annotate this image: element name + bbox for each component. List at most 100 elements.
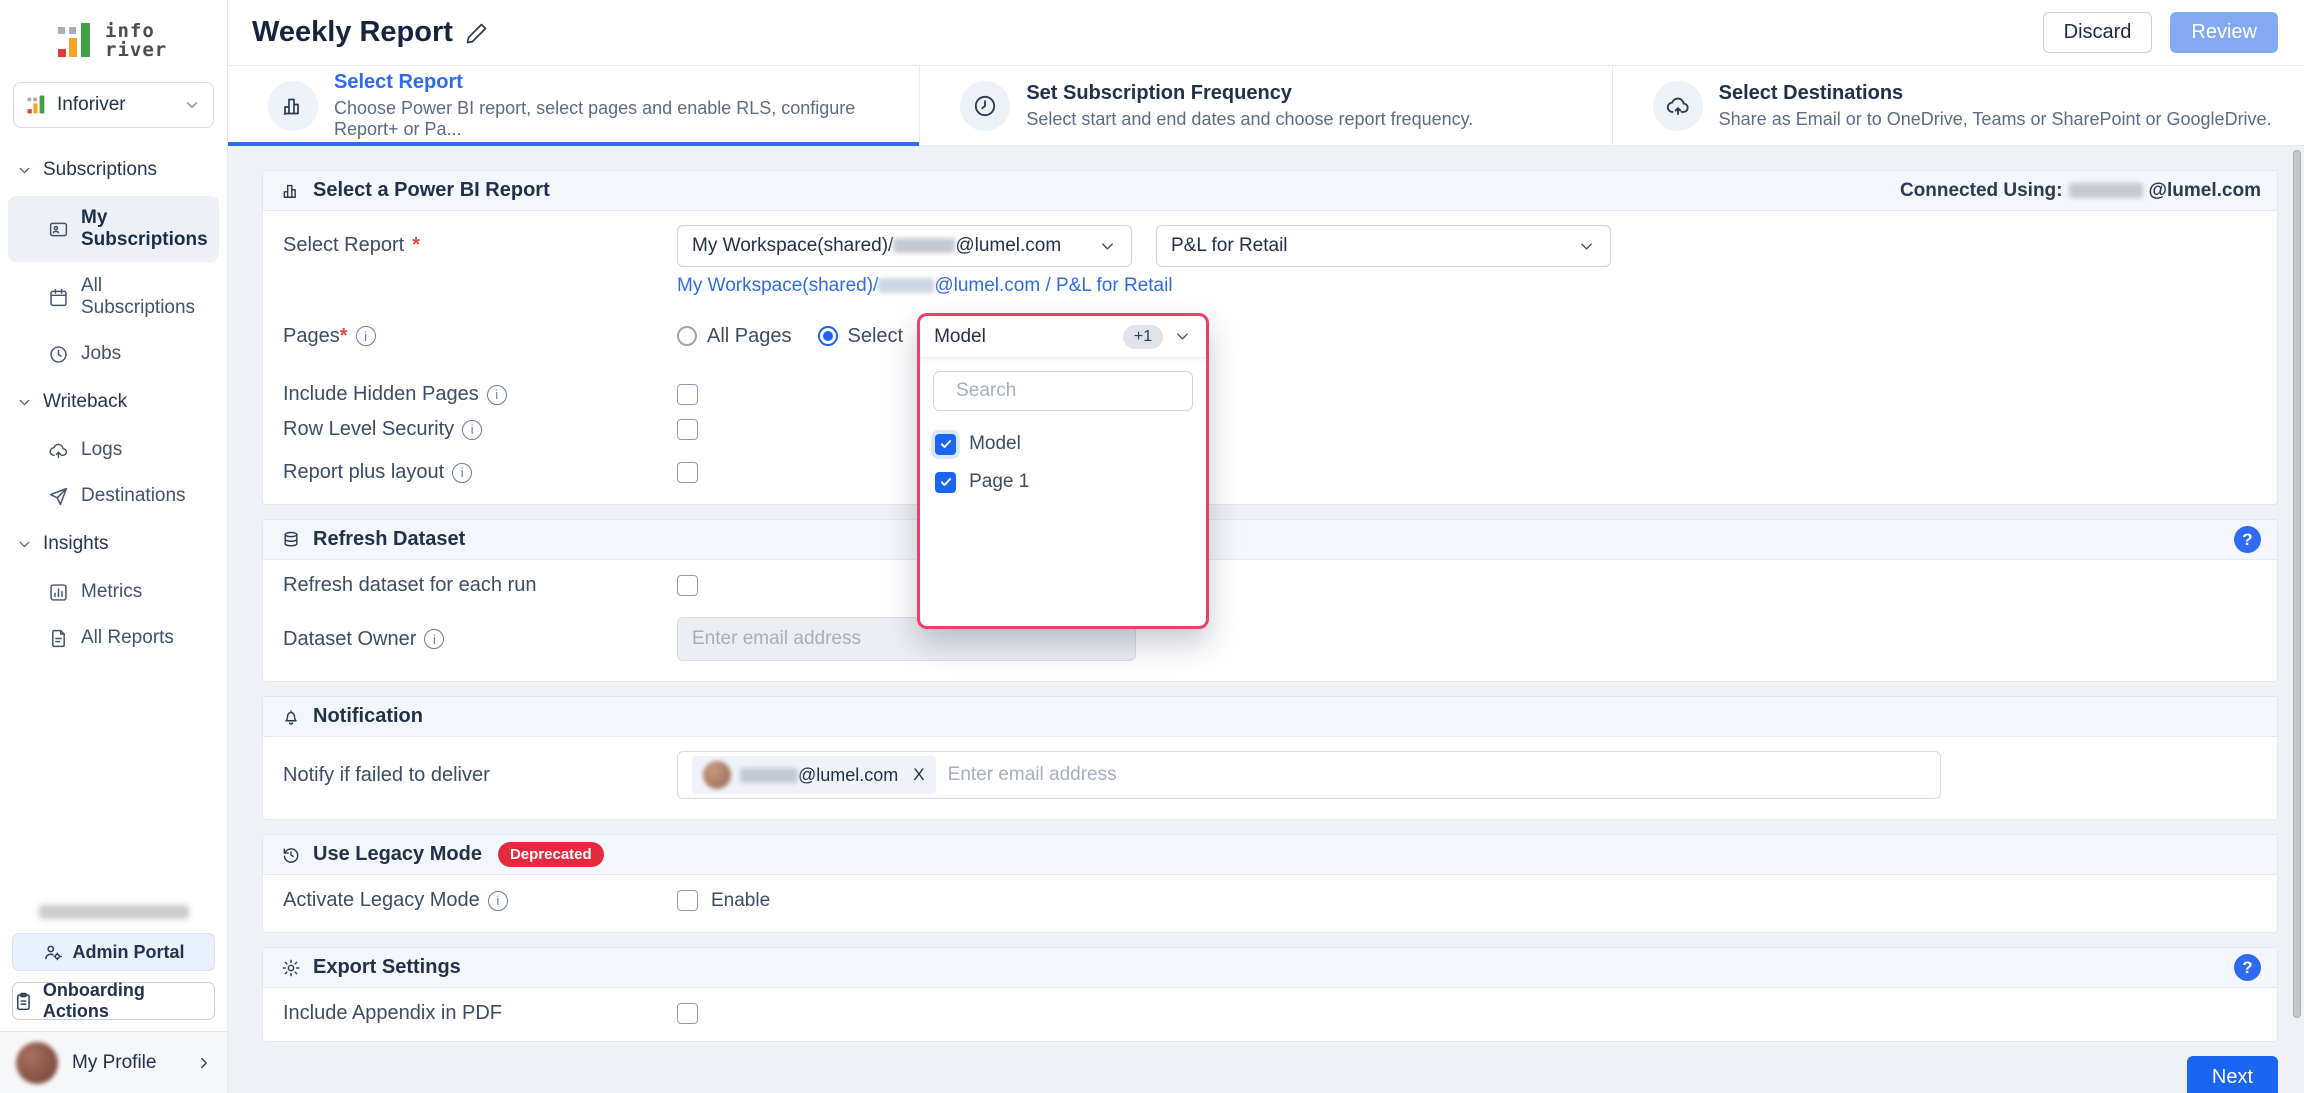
id-card-icon bbox=[48, 219, 69, 240]
tab-select-destinations[interactable]: Select Destinations Share as Email or to… bbox=[1613, 66, 2304, 145]
sidebar-item-jobs[interactable]: Jobs bbox=[8, 332, 219, 376]
report-dropdown[interactable]: P&L for Retail bbox=[1156, 225, 1611, 267]
workspace-selector[interactable]: Inforiver bbox=[13, 82, 214, 128]
next-button[interactable]: Next bbox=[2187, 1056, 2278, 1093]
tab-desc: Choose Power BI report, select pages and… bbox=[334, 98, 919, 140]
sidebar-item-label: Metrics bbox=[81, 581, 142, 603]
report-dropdown-value: P&L for Retail bbox=[1171, 235, 1567, 257]
nav-group-label: Insights bbox=[43, 533, 108, 555]
deprecated-badge: Deprecated bbox=[498, 842, 604, 867]
sidebar-item-all-reports[interactable]: All Reports bbox=[8, 616, 219, 660]
avatar bbox=[703, 761, 731, 789]
nav-group-writeback[interactable]: Writeback bbox=[0, 378, 227, 426]
refresh-each-run-label: Refresh dataset for each run bbox=[283, 574, 677, 597]
refresh-dataset-body: Refresh dataset for each run Dataset Own… bbox=[263, 560, 2277, 681]
section-title: Select a Power BI Report bbox=[313, 179, 550, 202]
chevron-down-icon bbox=[16, 162, 33, 179]
sidebar-item-metrics[interactable]: Metrics bbox=[8, 570, 219, 614]
main-area: Weekly Report Discard Review Select Repo… bbox=[228, 0, 2304, 1093]
my-profile-row[interactable]: My Profile bbox=[0, 1031, 227, 1093]
all-pages-radio[interactable] bbox=[677, 326, 697, 346]
row-level-security-checkbox[interactable] bbox=[677, 419, 698, 440]
pages-option-model[interactable]: Model bbox=[933, 425, 1193, 463]
admin-portal-label: Admin Portal bbox=[72, 942, 184, 963]
help-icon[interactable]: ? bbox=[2234, 526, 2261, 553]
tab-set-frequency[interactable]: Set Subscription Frequency Select start … bbox=[920, 66, 1612, 145]
document-icon bbox=[48, 628, 69, 649]
avatar bbox=[16, 1042, 58, 1084]
refresh-each-run-checkbox[interactable] bbox=[677, 575, 698, 596]
info-icon[interactable]: i bbox=[488, 891, 508, 911]
chevron-down-icon bbox=[1577, 237, 1596, 256]
include-hidden-pages-checkbox[interactable] bbox=[677, 384, 698, 405]
activate-legacy-checkbox[interactable] bbox=[677, 890, 698, 911]
pages-dropdown-control[interactable]: Model +1 bbox=[920, 316, 1206, 358]
sidebar-item-logs[interactable]: Logs bbox=[8, 428, 219, 472]
notify-row: Notify if failed to deliver @lumel.com X bbox=[283, 751, 2257, 799]
tab-desc: Select start and end dates and choose re… bbox=[1026, 109, 1473, 130]
nav-group-subscriptions[interactable]: Subscriptions bbox=[0, 146, 227, 194]
export-settings-section: Export Settings ? Include Appendix in PD… bbox=[262, 947, 2278, 1042]
workspace-dropdown[interactable]: My Workspace(shared)/@lumel.com bbox=[677, 225, 1132, 267]
section-title: Export Settings bbox=[313, 956, 461, 979]
legacy-mode-section: Use Legacy Mode Deprecated Activate Lega… bbox=[262, 834, 2278, 933]
edit-pencil-icon[interactable] bbox=[465, 21, 489, 45]
checkbox-checked[interactable] bbox=[935, 472, 956, 493]
pages-search-input[interactable] bbox=[956, 380, 1201, 402]
remove-chip-button[interactable]: X bbox=[913, 765, 924, 785]
notify-email-input[interactable] bbox=[948, 764, 1926, 786]
select-pages-radio[interactable] bbox=[818, 326, 838, 346]
pages-option-page1[interactable]: Page 1 bbox=[933, 463, 1193, 501]
scrollbar[interactable] bbox=[2293, 150, 2301, 1018]
tab-desc: Share as Email or to OneDrive, Teams or … bbox=[1719, 109, 2272, 130]
sidebar-item-all-subscriptions[interactable]: All Subscriptions bbox=[8, 264, 219, 330]
page-title: Weekly Report bbox=[252, 16, 453, 49]
select-report-label: Select Report* bbox=[283, 225, 677, 257]
activate-legacy-row: Activate Legacy Mode i Enable bbox=[283, 889, 2257, 912]
wizard-tabs: Select Report Choose Power BI report, se… bbox=[228, 66, 2304, 146]
help-icon[interactable]: ? bbox=[2234, 954, 2261, 981]
nav-group-insights[interactable]: Insights bbox=[0, 520, 227, 568]
admin-portal-button[interactable]: Admin Portal bbox=[12, 933, 215, 971]
sidebar-item-destinations[interactable]: Destinations bbox=[8, 474, 219, 518]
row-level-security-row: Row Level Security i bbox=[283, 418, 2257, 441]
tab-label: Select Destinations bbox=[1719, 82, 2272, 105]
bell-icon bbox=[281, 707, 301, 727]
tab-label: Set Subscription Frequency bbox=[1026, 82, 1473, 105]
export-settings-section-header: Export Settings ? bbox=[263, 948, 2277, 988]
workspace-dropdown-value: My Workspace(shared)/@lumel.com bbox=[692, 235, 1088, 257]
required-asterisk: * bbox=[340, 325, 348, 347]
notify-email-input-wrapper[interactable]: @lumel.com X bbox=[677, 751, 1941, 799]
report-plus-layout-checkbox[interactable] bbox=[677, 462, 698, 483]
discard-button[interactable]: Discard bbox=[2043, 12, 2153, 53]
chevron-down-icon bbox=[183, 96, 201, 114]
checkbox-checked[interactable] bbox=[935, 434, 956, 455]
info-icon[interactable]: i bbox=[424, 629, 444, 649]
include-appendix-checkbox[interactable] bbox=[677, 1003, 698, 1024]
sidebar-item-label: My Subscriptions bbox=[81, 207, 211, 251]
logo-text: info river bbox=[105, 22, 167, 59]
info-icon[interactable]: i bbox=[462, 420, 482, 440]
onboarding-actions-button[interactable]: Onboarding Actions bbox=[12, 982, 215, 1020]
info-icon[interactable]: i bbox=[452, 463, 472, 483]
notification-section-header: Notification bbox=[263, 697, 2277, 737]
info-icon[interactable]: i bbox=[356, 326, 376, 346]
sidebar-item-my-subscriptions[interactable]: My Subscriptions bbox=[8, 196, 219, 262]
bar-chart-icon bbox=[268, 81, 318, 131]
notification-section: Notification Notify if failed to deliver… bbox=[262, 696, 2278, 820]
gear-icon bbox=[281, 958, 301, 978]
sidebar-nav: Subscriptions My Subscriptions All Subsc… bbox=[0, 138, 227, 893]
workspace-selector-label: Inforiver bbox=[57, 94, 174, 116]
select-report-controls: My Workspace(shared)/@lumel.com P&L for … bbox=[677, 225, 2257, 297]
tab-label: Select Report bbox=[334, 71, 919, 94]
onboarding-actions-label: Onboarding Actions bbox=[43, 980, 214, 1022]
refresh-each-run-row: Refresh dataset for each run bbox=[283, 574, 2257, 597]
review-button[interactable]: Review bbox=[2170, 12, 2278, 53]
info-icon[interactable]: i bbox=[487, 385, 507, 405]
inforiver-logo-mark bbox=[56, 20, 96, 62]
report-breadcrumb-link[interactable]: My Workspace(shared)/@lumel.com / P&L fo… bbox=[677, 275, 2257, 297]
cloud-upload-icon bbox=[1653, 81, 1703, 131]
section-title: Refresh Dataset bbox=[313, 528, 465, 551]
tab-select-report[interactable]: Select Report Choose Power BI report, se… bbox=[228, 66, 920, 145]
calendar-icon bbox=[48, 287, 69, 308]
